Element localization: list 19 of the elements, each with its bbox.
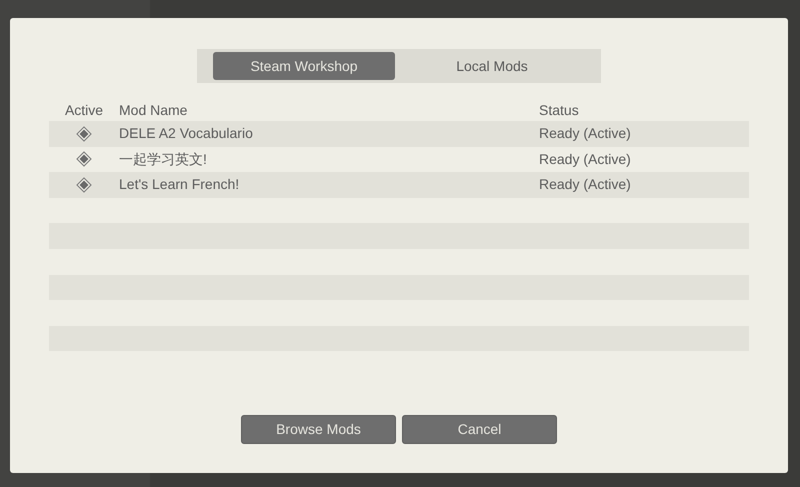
column-header: Active bbox=[64, 100, 104, 120]
mod-status: Ready (Active) bbox=[539, 150, 631, 169]
mod-name: Let's Learn French! bbox=[119, 175, 240, 194]
mod-name: 一起学习英文! bbox=[119, 150, 208, 169]
active-diamond-icon[interactable] bbox=[76, 151, 92, 168]
column-header: Mod Name bbox=[119, 100, 188, 120]
mod-name: DELE A2 Vocabulario bbox=[119, 124, 254, 144]
tab[interactable]: Steam Workshop bbox=[213, 52, 395, 80]
column-header: Status bbox=[539, 100, 579, 120]
mod-status: Ready (Active) bbox=[539, 124, 631, 144]
dialog-button[interactable]: Cancel bbox=[402, 415, 557, 444]
dialog-button[interactable]: Browse Mods bbox=[241, 415, 396, 444]
tab[interactable]: Local Mods bbox=[401, 52, 583, 80]
mod-status: Ready (Active) bbox=[539, 175, 631, 194]
mod-row[interactable]: 一起学习英文! Ready (Active) bbox=[49, 146, 749, 172]
active-diamond-icon[interactable] bbox=[76, 176, 92, 193]
active-diamond-icon[interactable] bbox=[76, 126, 92, 142]
mod-row[interactable]: Let's Learn French! Ready (Active) bbox=[49, 172, 749, 198]
mod-row[interactable]: DELE A2 Vocabulario Ready (Active) bbox=[49, 121, 749, 147]
